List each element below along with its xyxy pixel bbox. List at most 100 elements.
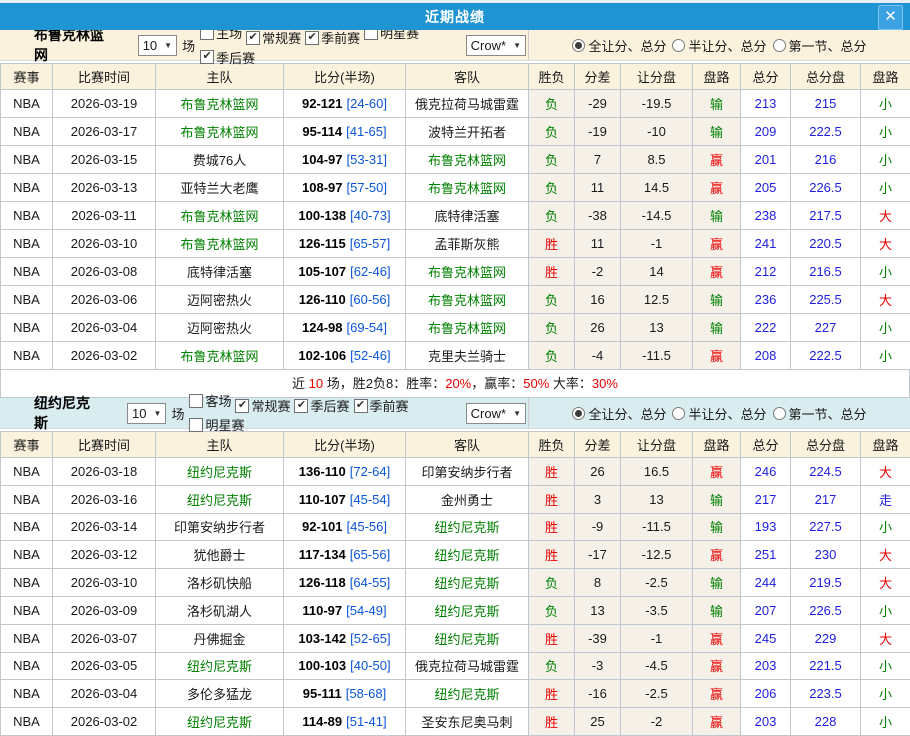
radio-label: 半让分、总分 <box>688 36 766 55</box>
total-points-cell: 203 <box>741 652 791 680</box>
total-points-cell: 201 <box>741 146 791 174</box>
home-team-cell: 洛杉矶湖人 <box>156 596 284 624</box>
handicap-result-cell: 赢 <box>693 174 741 202</box>
game-row: NBA2026-03-04多伦多猛龙95-111[58-68]纽约尼克斯胜-16… <box>1 680 910 708</box>
date-cell: 2026-03-05 <box>53 652 156 680</box>
checkbox-regular-season[interactable]: ✔常规赛 <box>235 396 290 415</box>
win-loss-cell: 胜 <box>529 258 575 286</box>
column-header: 客队 <box>406 64 529 90</box>
radio-full-handicap-total[interactable]: 全让分、总分 <box>572 36 666 55</box>
league-cell: NBA <box>1 624 53 652</box>
filter-bar-left: 布鲁克林篮网 10 ▼ 场 主场✔常规赛✔季前赛明星赛✔季后赛 Crow* ▼ <box>0 30 529 60</box>
date-cell: 2026-03-16 <box>53 485 156 513</box>
games-count-select[interactable]: 10 ▼ <box>138 35 177 56</box>
home-team-cell: 布鲁克林篮网 <box>156 230 284 258</box>
column-header: 主队 <box>156 432 284 458</box>
radio-button-icon[interactable] <box>773 407 786 420</box>
column-header: 总分盘 <box>791 432 861 458</box>
point-diff-cell: 11 <box>575 174 621 202</box>
radio-half-handicap-total[interactable]: 半让分、总分 <box>672 36 766 55</box>
win-loss-cell: 胜 <box>529 624 575 652</box>
date-cell: 2026-03-08 <box>53 258 156 286</box>
handicap-result-cell: 输 <box>693 90 741 118</box>
checkbox-regular-season[interactable]: ✔常规赛 <box>246 28 301 47</box>
games-table: 赛事比赛时间主队比分(半场)客队胜负分差让分盘盘路总分总分盘盘路 NBA2026… <box>0 63 910 370</box>
radio-first-quarter-total[interactable]: 第一节、总分 <box>773 404 867 423</box>
checkbox-box-icon[interactable] <box>189 418 203 432</box>
checkbox-all-star[interactable]: 明星赛 <box>189 415 244 434</box>
game-row: NBA2026-03-05纽约尼克斯100-103[40-50]俄克拉荷马城雷霆… <box>1 652 910 680</box>
handicap-line-cell: -3.5 <box>621 596 693 624</box>
radio-button-icon[interactable] <box>773 39 786 52</box>
point-diff-cell: -38 <box>575 202 621 230</box>
game-row: NBA2026-03-02纽约尼克斯114-89[51-41]圣安东尼奥马刺胜2… <box>1 708 910 736</box>
point-diff-cell: -4 <box>575 342 621 370</box>
game-row: NBA2026-03-08底特律活塞105-107[62-46]布鲁克林篮网胜-… <box>1 258 910 286</box>
home-team-cell: 布鲁克林篮网 <box>156 202 284 230</box>
games-count-select[interactable]: 10 ▼ <box>127 403 166 424</box>
checkbox-box-icon[interactable]: ✔ <box>235 399 249 413</box>
game-row: NBA2026-03-02布鲁克林篮网102-106[52-46]克里夫兰骑士负… <box>1 342 910 370</box>
checkbox-box-icon[interactable]: ✔ <box>246 31 260 45</box>
game-row: NBA2026-03-09洛杉矶湖人110-97[54-49]纽约尼克斯负13-… <box>1 596 910 624</box>
chevron-down-icon: ▼ <box>513 409 521 418</box>
checkbox-playoffs[interactable]: ✔季后赛 <box>200 48 255 67</box>
point-diff-cell: 7 <box>575 146 621 174</box>
checkbox-preseason[interactable]: ✔季前赛 <box>305 28 360 47</box>
checkbox-label: 季前赛 <box>321 28 360 47</box>
mode-select-value: Crow* <box>471 406 506 421</box>
game-row: NBA2026-03-18纽约尼克斯136-110[72-64]印第安纳步行者胜… <box>1 458 910 486</box>
total-line-cell: 215 <box>791 90 861 118</box>
column-header: 比分(半场) <box>284 432 406 458</box>
radio-button-icon[interactable] <box>572 407 585 420</box>
win-loss-cell: 胜 <box>529 230 575 258</box>
summary-segment: 50% <box>523 376 549 391</box>
radio-button-icon[interactable] <box>672 407 685 420</box>
total-line-cell: 222.5 <box>791 118 861 146</box>
mode-select[interactable]: Crow* ▼ <box>466 403 526 424</box>
over-under-cell: 小 <box>861 596 910 624</box>
checkbox-box-icon[interactable]: ✔ <box>354 399 368 413</box>
checkbox-box-icon[interactable]: ✔ <box>200 50 214 64</box>
game-row: NBA2026-03-04迈阿密热火124-98[69-54]布鲁克林篮网负26… <box>1 314 910 342</box>
handicap-result-cell: 赢 <box>693 258 741 286</box>
summary-segment: 20% <box>445 376 471 391</box>
close-icon[interactable]: ✕ <box>878 5 903 30</box>
point-diff-cell: -2 <box>575 258 621 286</box>
total-line-cell: 224.5 <box>791 458 861 486</box>
handicap-line-cell: -2 <box>621 708 693 736</box>
over-under-cell: 小 <box>861 118 910 146</box>
column-header: 总分盘 <box>791 64 861 90</box>
games-table-body: NBA2026-03-18纽约尼克斯136-110[72-64]印第安纳步行者胜… <box>1 458 910 736</box>
checkbox-box-icon[interactable]: ✔ <box>294 399 308 413</box>
radio-button-icon[interactable] <box>572 39 585 52</box>
radio-first-quarter-total[interactable]: 第一节、总分 <box>773 36 867 55</box>
total-line-cell: 216.5 <box>791 258 861 286</box>
league-cell: NBA <box>1 485 53 513</box>
checkbox-away[interactable]: 客场 <box>189 391 231 410</box>
league-cell: NBA <box>1 118 53 146</box>
win-loss-cell: 胜 <box>529 541 575 569</box>
total-points-cell: 209 <box>741 118 791 146</box>
handicap-line-cell: -1 <box>621 624 693 652</box>
mode-select[interactable]: Crow* ▼ <box>466 35 526 56</box>
radio-full-handicap-total[interactable]: 全让分、总分 <box>572 404 666 423</box>
league-cell: NBA <box>1 342 53 370</box>
checkbox-box-icon[interactable] <box>189 394 203 408</box>
checkbox-box-icon[interactable]: ✔ <box>305 31 319 45</box>
checkbox-playoffs[interactable]: ✔季后赛 <box>294 396 349 415</box>
league-cell: NBA <box>1 314 53 342</box>
table-header-row: 赛事比赛时间主队比分(半场)客队胜负分差让分盘盘路总分总分盘盘路 <box>1 64 910 90</box>
over-under-cell: 大 <box>861 230 910 258</box>
point-diff-cell: 25 <box>575 708 621 736</box>
total-points-cell: 206 <box>741 680 791 708</box>
radio-half-handicap-total[interactable]: 半让分、总分 <box>672 404 766 423</box>
date-cell: 2026-03-13 <box>53 174 156 202</box>
checkbox-preseason[interactable]: ✔季前赛 <box>354 396 409 415</box>
home-team-cell: 布鲁克林篮网 <box>156 118 284 146</box>
handicap-line-cell: 12.5 <box>621 286 693 314</box>
total-points-cell: 212 <box>741 258 791 286</box>
handicap-line-cell: -1 <box>621 230 693 258</box>
radio-button-icon[interactable] <box>672 39 685 52</box>
over-under-cell: 小 <box>861 258 910 286</box>
